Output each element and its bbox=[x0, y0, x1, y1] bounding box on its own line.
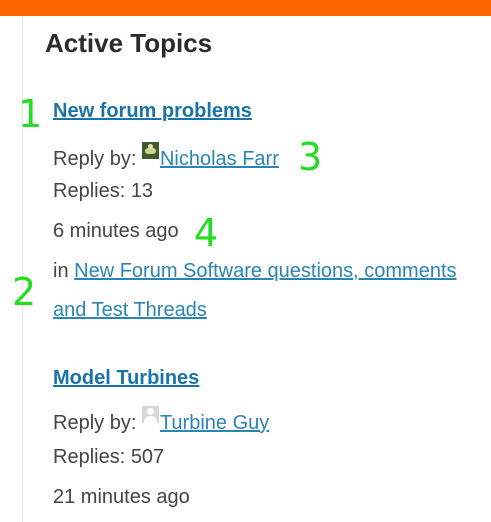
topic-title-link[interactable]: New forum problems bbox=[53, 100, 252, 123]
replies-count: Replies: 13 bbox=[53, 180, 154, 202]
divider bbox=[22, 16, 23, 522]
reply-by-label: Reply by: bbox=[53, 148, 137, 170]
forum-line-continued: and Test Threads bbox=[53, 299, 207, 322]
topic-title-link[interactable]: Model Turbines bbox=[53, 367, 199, 390]
last-activity-time: 21 minutes ago bbox=[53, 486, 190, 508]
forum-link-continued[interactable]: and Test Threads bbox=[53, 299, 207, 321]
reply-author-link[interactable]: Nicholas Farr bbox=[160, 148, 279, 170]
forum-link[interactable]: New Forum Software questions, comments bbox=[74, 260, 456, 282]
reply-by-line: Reply by: Turbine Guy bbox=[53, 406, 269, 435]
replies-count: Replies: 507 bbox=[53, 446, 165, 468]
reply-by-line: Reply by: Nicholas Farr bbox=[53, 142, 279, 171]
in-label: in bbox=[53, 260, 69, 282]
user-avatar-icon bbox=[141, 142, 159, 159]
forum-line: in New Forum Software questions, comment… bbox=[53, 260, 457, 283]
page-title: Active Topics bbox=[45, 28, 213, 58]
annotation-mark: 4 bbox=[194, 211, 218, 255]
top-bar bbox=[0, 0, 491, 16]
annotation-mark: 3 bbox=[298, 135, 322, 179]
default-avatar-icon bbox=[141, 406, 159, 423]
last-activity-time: 6 minutes ago bbox=[53, 220, 179, 242]
annotation-mark: 2 bbox=[12, 270, 36, 314]
reply-by-label: Reply by: bbox=[53, 412, 137, 434]
reply-author-link[interactable]: Turbine Guy bbox=[160, 412, 269, 434]
